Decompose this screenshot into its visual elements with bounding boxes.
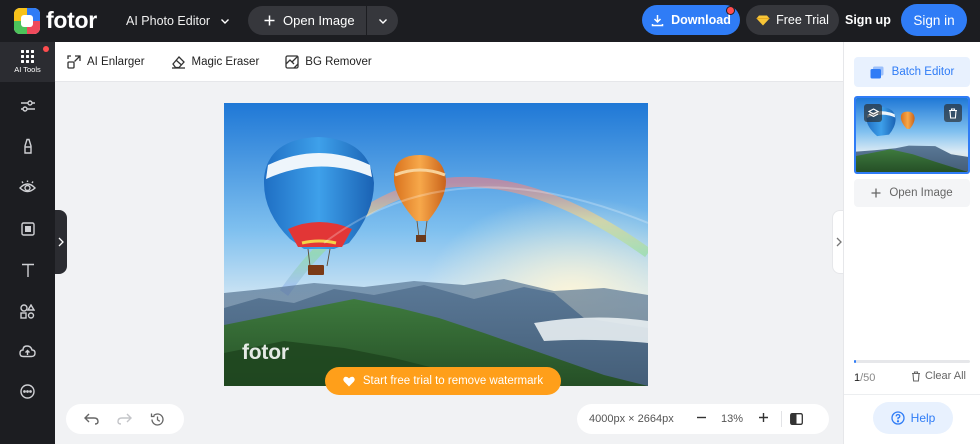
tool-label: Magic Eraser <box>191 55 260 68</box>
sidebar-item-text[interactable] <box>0 258 55 282</box>
open-image-button[interactable]: Open Image <box>854 179 970 207</box>
sidebar-item-ai-tools[interactable]: AI Tools <box>0 42 55 82</box>
redo-icon[interactable] <box>117 413 132 425</box>
zoom-out-button[interactable] <box>689 410 713 428</box>
chevron-right-icon <box>836 237 842 247</box>
sign-up-link[interactable]: Sign up <box>845 0 891 40</box>
help-icon <box>891 411 905 425</box>
elements-icon <box>20 303 35 319</box>
logo-icon <box>14 7 40 34</box>
trash-icon <box>912 370 920 382</box>
trial-label: Start free trial to remove watermark <box>362 375 544 387</box>
sidebar-item-more[interactable] <box>0 379 55 403</box>
free-trial-label: Free Trial <box>776 13 829 27</box>
magic-eraser-tool[interactable]: Magic Eraser <box>171 55 260 69</box>
sidebar-item-elements[interactable] <box>0 299 55 323</box>
plus-icon <box>758 413 768 422</box>
compare-icon[interactable] <box>790 413 803 425</box>
divider <box>781 411 782 427</box>
frame-icon <box>20 222 35 236</box>
download-icon <box>651 14 664 26</box>
chevron-down-icon <box>221 19 230 24</box>
open-image-button[interactable]: Open Image <box>248 6 366 35</box>
heart-icon <box>343 376 355 386</box>
open-image-group: Open Image <box>248 6 398 35</box>
progress-fill <box>854 360 857 363</box>
upload-progress-bar <box>854 360 970 363</box>
notification-dot <box>43 46 49 52</box>
chevron-right-icon <box>58 237 64 247</box>
history-controls <box>66 404 184 434</box>
more-icon <box>20 383 35 399</box>
tool-label: AI Enlarger <box>87 55 145 68</box>
history-icon[interactable] <box>150 412 165 427</box>
tool-bar: AI Enlarger Magic Eraser BG Remover <box>55 42 843 82</box>
zoom-level[interactable]: 13% <box>713 413 751 425</box>
sidebar-item-beauty[interactable] <box>0 134 55 158</box>
count-total: /50 <box>860 372 876 384</box>
clear-all-label: Clear All <box>925 370 966 382</box>
batch-label: Batch Editor <box>891 66 955 78</box>
eraser-icon <box>171 55 185 69</box>
menu-label: AI Photo Editor <box>126 14 211 28</box>
enlarge-icon <box>67 54 81 69</box>
adjust-icon <box>20 100 35 112</box>
minus-icon <box>696 416 706 419</box>
sidebar-item-cloud[interactable] <box>0 339 55 363</box>
grid-icon <box>21 50 34 63</box>
image-count: 1/50 <box>854 372 875 384</box>
help-label: Help <box>910 411 936 425</box>
chevron-down-icon <box>378 18 387 24</box>
text-icon <box>21 263 34 277</box>
download-button[interactable]: Download <box>642 5 740 35</box>
plus-icon <box>871 188 881 198</box>
open-image-label: Open Image <box>283 13 355 28</box>
sidebar-item-label: AI Tools <box>14 65 41 74</box>
edited-photo[interactable]: fotor <box>224 103 648 386</box>
brand-name: fotor <box>46 7 97 33</box>
right-panel: Batch Editor Open Image 1/50 Clear All H… <box>843 42 980 444</box>
plus-icon <box>264 15 275 26</box>
undo-icon[interactable] <box>84 413 99 425</box>
image-dimensions: 4000px × 2664px <box>589 413 674 425</box>
bg-remover-tool[interactable]: BG Remover <box>285 54 372 69</box>
tool-label: BG Remover <box>305 55 372 68</box>
sidebar-item-adjust[interactable] <box>0 94 55 118</box>
beauty-icon <box>23 138 32 154</box>
batch-editor-button[interactable]: Batch Editor <box>854 57 970 87</box>
expand-sidebar-button[interactable] <box>55 210 67 274</box>
open-image-label: Open Image <box>889 187 953 199</box>
clear-all-button[interactable]: Clear All <box>911 370 966 382</box>
free-trial-button[interactable]: Free Trial <box>746 5 839 35</box>
zoom-in-button[interactable] <box>751 410 775 428</box>
layers-icon <box>870 66 884 78</box>
image-thumbnail[interactable] <box>854 96 970 174</box>
diamond-icon <box>756 15 770 25</box>
fotor-logo[interactable]: fotor <box>14 7 97 34</box>
open-image-dropdown[interactable] <box>367 6 398 35</box>
zoom-bar: 4000px × 2664px 13% <box>577 404 829 434</box>
notification-dot <box>726 6 735 15</box>
sidebar-item-eye[interactable] <box>0 175 55 199</box>
top-bar: fotor AI Photo Editor Open Image Downloa… <box>0 0 980 42</box>
divider <box>844 394 980 395</box>
ai-photo-editor-menu[interactable]: AI Photo Editor <box>126 0 230 42</box>
sidebar-item-frame[interactable] <box>0 217 55 241</box>
left-sidebar: AI Tools <box>0 42 55 444</box>
download-label: Download <box>671 13 731 27</box>
layers-icon[interactable] <box>864 104 882 122</box>
ai-enlarger-tool[interactable]: AI Enlarger <box>67 54 145 69</box>
trash-icon[interactable] <box>944 104 962 122</box>
bg-remover-icon <box>285 54 299 69</box>
cloud-upload-icon <box>19 344 36 357</box>
start-free-trial-button[interactable]: Start free trial to remove watermark <box>325 367 561 395</box>
help-button[interactable]: Help <box>873 402 953 434</box>
eye-icon <box>19 180 36 193</box>
sign-in-button[interactable]: Sign in <box>901 4 967 36</box>
watermark: fotor <box>242 341 289 364</box>
